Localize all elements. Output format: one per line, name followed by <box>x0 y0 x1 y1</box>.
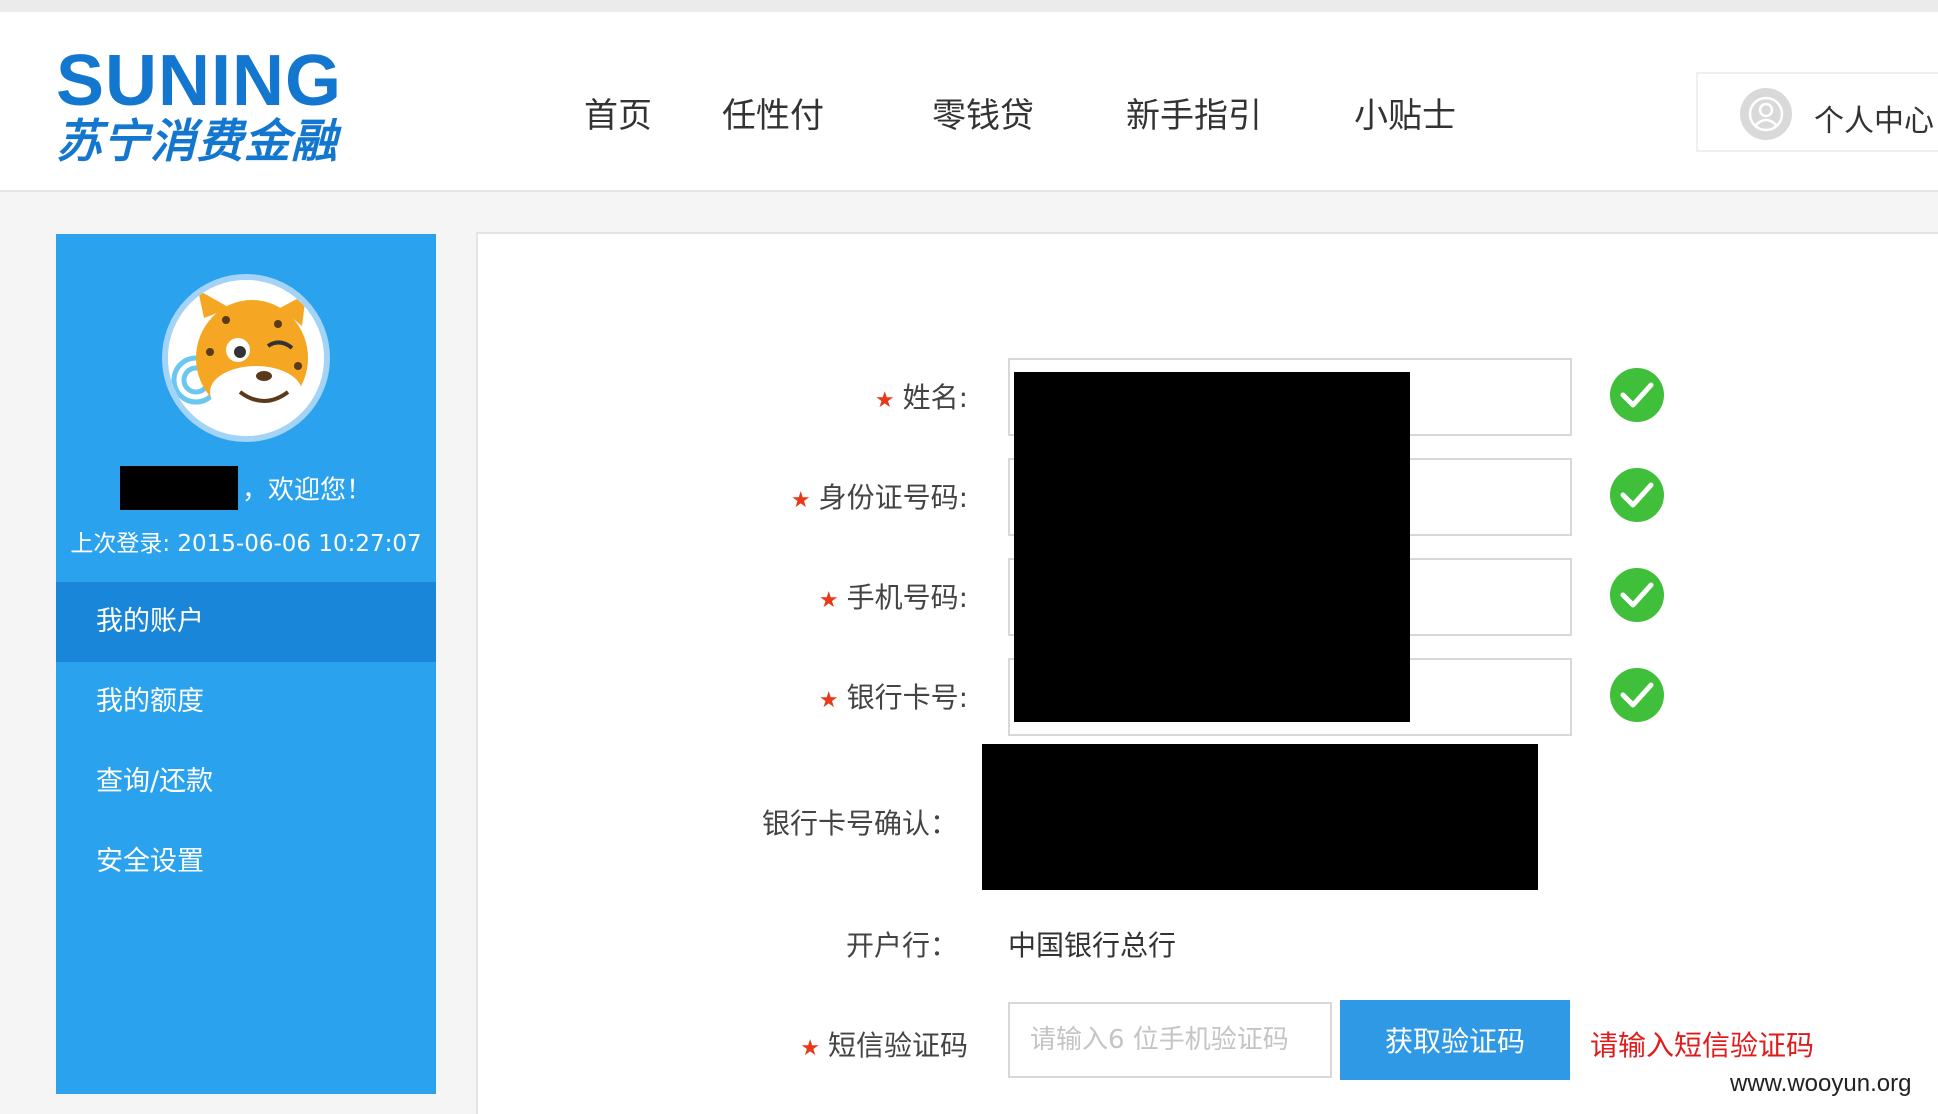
sidebar-menu: 我的账户 我的额度 查询/还款 安全设置 <box>56 582 436 902</box>
check-circle-icon <box>1610 568 1664 622</box>
sidebar-item-my-account[interactable]: 我的账户 <box>56 582 436 662</box>
sidebar-item-repayment[interactable]: 查询/还款 <box>56 742 436 822</box>
check-circle-icon <box>1610 468 1664 522</box>
nav-lingqiandai[interactable]: 零钱贷 <box>932 88 1034 137</box>
bank-label: 开户行： <box>845 929 958 962</box>
required-star: ★ <box>818 588 839 613</box>
sidebar-item-security[interactable]: 安全设置 <box>56 822 436 902</box>
watermark: www.wooyun.org <box>1730 1070 1912 1097</box>
nav-home[interactable]: 首页 <box>584 88 652 137</box>
card-confirm-label: 银行卡号确认： <box>761 807 958 840</box>
redacted-card-confirm-field[interactable] <box>982 744 1538 890</box>
nav-renxingfu[interactable]: 任性付 <box>722 88 824 137</box>
redacted-personal-info <box>1014 372 1410 722</box>
user-icon <box>1740 88 1792 140</box>
sms-error-message: 请输入短信验证码 <box>1590 1029 1815 1062</box>
bank-name-value: 中国银行总行 <box>1008 929 1177 962</box>
sms-code-input[interactable] <box>1008 1002 1332 1078</box>
window-top-strip <box>0 0 1938 12</box>
required-star: ★ <box>800 1036 820 1061</box>
user-center-button[interactable]: 个人中心 <box>1696 72 1938 152</box>
site-header: SUNING 苏宁消费金融 首页 任性付 零钱贷 新手指引 小贴士 个人中心 <box>0 12 1938 192</box>
logo-zh: 苏宁消费金融 <box>56 114 338 168</box>
name-label-text: 姓名: <box>902 381 968 414</box>
check-circle-icon <box>1610 668 1664 722</box>
sidebar-item-my-credit[interactable]: 我的额度 <box>56 662 436 742</box>
last-login-time: 2015-06-06 10:27:07 <box>177 531 422 557</box>
suning-logo[interactable]: SUNING 苏宁消费金融 <box>56 41 343 168</box>
last-login: 上次登录: 2015-06-06 10:27:07 <box>56 524 436 558</box>
redacted-username <box>119 466 238 510</box>
welcome-message: ，欢迎您！ <box>56 466 436 510</box>
card-label-text: 银行卡号: <box>846 681 968 714</box>
sms-code-label: ★ 短信验证码 <box>800 1024 968 1064</box>
name-label: ★ 姓名: <box>875 376 968 416</box>
last-login-label: 上次登录: <box>70 531 171 557</box>
logo-en: SUNING <box>56 41 343 121</box>
required-star: ★ <box>790 488 811 513</box>
user-center-label: 个人中心 <box>1814 104 1934 139</box>
phone-label: ★ 手机号码: <box>819 576 968 616</box>
required-star: ★ <box>818 688 839 713</box>
get-sms-code-button[interactable]: 获取验证码 <box>1340 1000 1570 1080</box>
phone-label-text: 手机号码: <box>846 581 968 614</box>
id-label-text: 身份证号码: <box>818 481 968 514</box>
nav-guide[interactable]: 新手指引 <box>1126 88 1262 137</box>
id-number-label: ★ 身份证号码: <box>791 476 968 516</box>
card-number-label: ★ 银行卡号: <box>819 676 968 716</box>
required-star: ★ <box>874 388 895 413</box>
account-sidebar: ，欢迎您！ 上次登录: 2015-06-06 10:27:07 我的账户 我的额… <box>56 234 436 1094</box>
sms-label-text: 短信验证码 <box>827 1029 968 1062</box>
user-avatar <box>162 274 330 442</box>
check-circle-icon <box>1610 368 1664 422</box>
nav-tips[interactable]: 小贴士 <box>1354 88 1456 137</box>
welcome-text: ，欢迎您！ <box>241 475 372 506</box>
